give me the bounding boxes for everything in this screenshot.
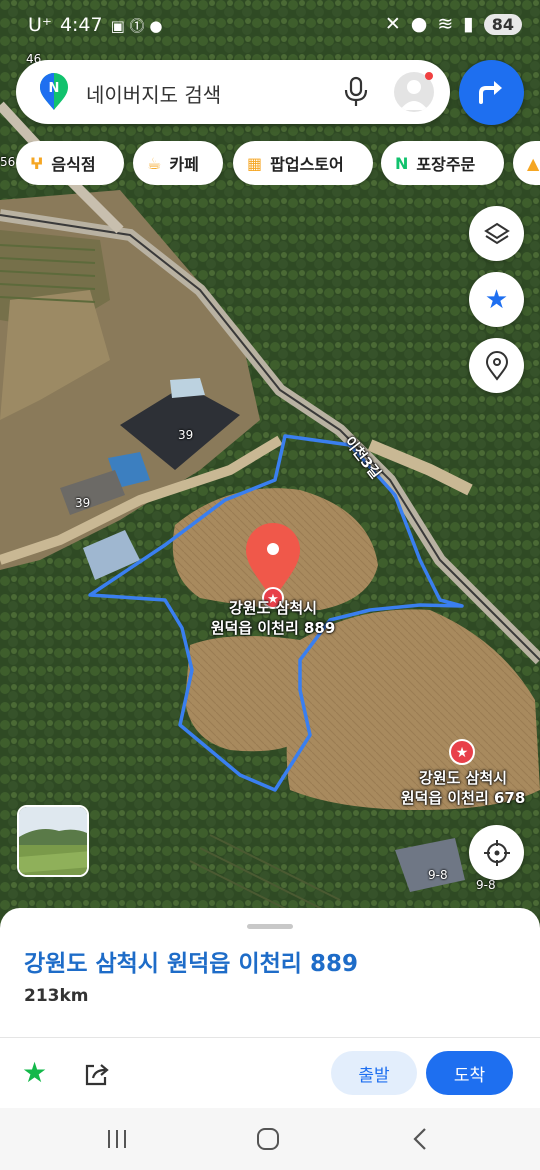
battery-badge: 84: [483, 13, 522, 35]
fork-icon: ⵖ: [30, 153, 44, 173]
chip-label: 카페: [169, 155, 199, 174]
pin-label: 강원도 삼척시 원덕읍 이천리 889: [205, 598, 341, 638]
save-star-icon[interactable]: ★: [22, 1056, 47, 1089]
divider: [0, 1037, 540, 1038]
departure-button[interactable]: 출발: [331, 1051, 417, 1095]
store-icon: ▦: [247, 153, 263, 173]
poi-label-line1: 강원도 삼척시: [418, 769, 508, 787]
address-number: 9-8: [476, 878, 496, 892]
svg-text:N: N: [49, 81, 60, 96]
address-number: 39: [178, 428, 194, 442]
pin-label-line2: 원덕읍 이천리 889: [210, 619, 336, 637]
signal-icon: ▮: [463, 13, 474, 35]
sheet-drag-handle[interactable]: [247, 924, 293, 929]
system-nav-bar: [0, 1108, 540, 1170]
share-icon[interactable]: [83, 1060, 111, 1088]
clock: 4:47: [59, 14, 103, 36]
directions-button[interactable]: [459, 60, 524, 125]
back-icon[interactable]: [410, 1127, 430, 1151]
saved-location-button[interactable]: [469, 338, 524, 393]
location-icon: ●: [410, 13, 428, 35]
notification-icons: ▣ ⓵ ●: [110, 16, 163, 35]
arrival-button[interactable]: 도착: [426, 1051, 513, 1095]
address-number: 56: [0, 155, 16, 169]
place-info-sheet: 강원도 삼척시 원덕읍 이천리 889 213km ★ 출발 도착: [0, 908, 540, 1108]
notification-dot: [425, 72, 433, 80]
chip-label: 팝업스토어: [270, 155, 344, 174]
wifi-icon: ≋: [437, 13, 454, 35]
naver-n-icon: N: [395, 153, 409, 173]
mute-icon: ✕: [384, 13, 401, 35]
more-chip-icon: ▲: [527, 153, 540, 173]
naver-map-logo-icon: N: [40, 73, 68, 110]
chip-popup-store[interactable]: ▦ 팝업스토어: [233, 141, 373, 185]
chip-label: 음식점: [51, 155, 96, 174]
home-icon[interactable]: [255, 1126, 281, 1152]
chip-restaurant[interactable]: ⵖ 음식점: [16, 141, 124, 185]
street-view-thumbnail[interactable]: [17, 805, 89, 877]
layers-icon: [483, 222, 510, 244]
star-icon: ★: [484, 284, 509, 315]
chip-cafe[interactable]: ☕ 카페: [133, 141, 223, 185]
favorites-button[interactable]: ★: [469, 272, 524, 327]
turn-right-arrow-icon: [479, 81, 502, 104]
category-chips: ⵖ 음식점 ☕ 카페 ▦ 팝업스토어 N 포장주문 ▲: [16, 141, 540, 185]
microphone-icon[interactable]: [342, 76, 370, 108]
chip-takeout[interactable]: N 포장주문: [381, 141, 504, 185]
location-pin-outline-icon: [485, 350, 508, 381]
pin-label-line1: 강원도 삼척시: [228, 599, 318, 617]
poi-label: 강원도 삼척시 원덕읍 이천리 678: [396, 768, 530, 808]
crosshair-icon: [483, 839, 510, 866]
street-view-image: [19, 807, 87, 875]
carrier-label: U⁺: [28, 14, 52, 36]
current-location-button[interactable]: [469, 825, 524, 880]
chip-label: 포장주문: [416, 155, 476, 174]
place-distance: 213km: [24, 986, 89, 1006]
search-bar[interactable]: N 네이버지도 검색: [16, 60, 450, 124]
poi-label-line2: 원덕읍 이천리 678: [400, 789, 526, 807]
layers-button[interactable]: [469, 206, 524, 261]
status-bar: U⁺ 4:47 ▣ ⓵ ● ✕ ● ≋ ▮ 84: [0, 0, 540, 52]
svg-text:★: ★: [456, 745, 469, 761]
search-input[interactable]: 네이버지도 검색: [86, 79, 221, 108]
recent-apps-icon[interactable]: [105, 1128, 129, 1150]
address-number: 9-8: [428, 868, 448, 882]
address-number: 39: [75, 496, 91, 510]
poi-star-marker[interactable]: ★: [449, 739, 475, 765]
place-title[interactable]: 강원도 삼척시 원덕읍 이천리 889: [24, 944, 358, 978]
cup-icon: ☕: [147, 153, 162, 173]
chip-more[interactable]: ▲: [513, 141, 540, 185]
